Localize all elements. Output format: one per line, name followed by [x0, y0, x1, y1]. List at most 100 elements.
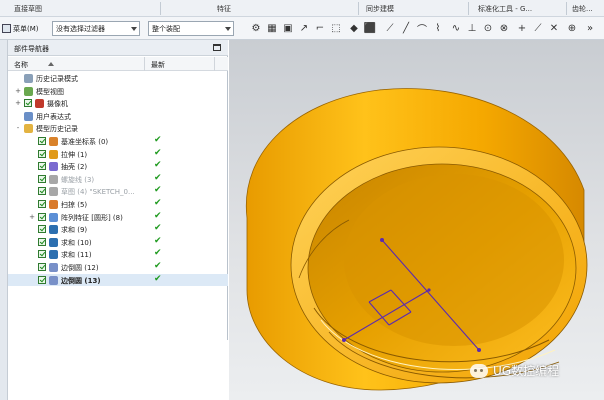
snap-center-icon[interactable]: ⊙	[482, 22, 494, 34]
tree-node[interactable]: 历史记录模式	[8, 72, 228, 85]
visibility-checkbox[interactable]	[24, 99, 32, 108]
ribbon-group-standard-tools[interactable]: 标准化工具 - G...	[478, 4, 532, 14]
graphics-viewport[interactable]	[229, 40, 604, 400]
type-filter-select[interactable]: 没有选择过滤器	[52, 21, 140, 36]
tree-node-label: 历史记录模式	[36, 75, 78, 83]
visibility-checkbox[interactable]	[38, 225, 46, 234]
tree-node[interactable]: 草图 (4) "SKETCH_0... ✔	[8, 185, 228, 198]
sketch-point	[427, 288, 431, 292]
tree-node-label: 基准坐标系 (0)	[61, 137, 109, 146]
visibility-checkbox[interactable]	[38, 275, 46, 284]
watermark: UG数控编程	[470, 362, 559, 379]
visibility-checkbox[interactable]	[38, 149, 46, 158]
selection-scope-select[interactable]: 整个装配	[148, 21, 234, 36]
sketch-icon	[49, 187, 58, 197]
snap-endpoint-icon[interactable]: ⟋	[384, 22, 396, 34]
expand-icon[interactable]: +	[14, 99, 22, 107]
visibility-checkbox[interactable]	[38, 187, 46, 196]
cube-view-icon[interactable]: ⬛	[364, 22, 376, 34]
tree-node[interactable]: 扫掠 (5) ✔	[8, 198, 228, 211]
up-to-date-check-icon: ✔	[154, 273, 162, 284]
tree-node[interactable]: 拉伸 (1) ✔	[8, 148, 228, 161]
folder-icon	[24, 124, 33, 134]
ribbon-group-gear[interactable]: 齿轮...	[572, 4, 593, 14]
tree-node[interactable]: 求和 (9) ✔	[8, 223, 228, 236]
tree-node[interactable]: 边倒圆 (13) ✔	[8, 273, 228, 287]
datum-csys-icon	[49, 136, 58, 146]
column-divider[interactable]	[144, 57, 145, 71]
ribbon-group-direct-sketch[interactable]: 直接草图	[14, 4, 42, 14]
resource-bar[interactable]	[0, 40, 8, 400]
column-divider[interactable]	[214, 57, 215, 71]
column-name-header[interactable]: 名称	[14, 60, 28, 70]
rectangle-select-icon[interactable]: ⬚	[330, 22, 342, 34]
collapse-icon[interactable]: -	[14, 124, 22, 132]
tree-node[interactable]: 边倒圆 (12) ✔	[8, 261, 228, 274]
up-to-date-check-icon: ✔	[154, 134, 162, 145]
tree-node[interactable]: + 摄像机	[8, 97, 228, 110]
menu-label: 菜单(M)	[13, 24, 39, 33]
select-curve-icon[interactable]: ⌐	[314, 22, 326, 34]
tree-node[interactable]: 用户表达式	[8, 110, 228, 123]
snap-point-icon[interactable]: +	[516, 22, 528, 34]
select-all-icon[interactable]: ▦	[266, 22, 278, 34]
tree-node[interactable]: + 模型视图	[8, 85, 228, 98]
snap-tangent-icon[interactable]: ∿	[450, 22, 462, 34]
snap-existing-point-icon[interactable]: ⊕	[566, 22, 578, 34]
watermark-text: UG数控编程	[493, 364, 560, 378]
up-to-date-check-icon: ✔	[154, 248, 162, 259]
visibility-checkbox[interactable]	[38, 174, 46, 183]
visibility-checkbox[interactable]	[38, 250, 46, 259]
visibility-checkbox[interactable]	[38, 162, 46, 171]
tree-node-label: 求和 (10)	[61, 238, 92, 247]
ribbon-group-sync-modeling[interactable]: 同步建模	[366, 4, 394, 14]
snap-midpoint-icon[interactable]: ⟋	[532, 22, 544, 34]
snap-curve-icon[interactable]: ⌒	[416, 22, 428, 36]
visibility-checkbox[interactable]	[38, 136, 46, 145]
tree-node[interactable]: + 阵列特征 [圆形] (8) ✔	[8, 211, 228, 224]
tree-node[interactable]: 基准坐标系 (0) ✔	[8, 135, 228, 148]
unite-icon	[49, 237, 58, 247]
snap-perpendicular-icon[interactable]: ⊥	[466, 22, 478, 34]
window-restore-icon[interactable]	[213, 44, 221, 51]
visibility-checkbox[interactable]	[38, 212, 46, 221]
edge-blend-icon	[49, 275, 58, 285]
menu-icon	[2, 24, 11, 33]
visibility-checkbox[interactable]	[38, 199, 46, 208]
ribbon-group-bar: 直接草图 特征 同步建模 标准化工具 - G... 齿轮...	[0, 0, 604, 17]
up-to-date-check-icon: ✔	[154, 172, 162, 183]
visibility-checkbox[interactable]	[38, 262, 46, 271]
wechat-icon	[470, 363, 488, 378]
tree-node-label: 草图 (4) "SKETCH_0...	[61, 188, 135, 197]
clock-icon	[24, 74, 33, 83]
model-views-icon	[24, 86, 33, 96]
expand-icon[interactable]: +	[14, 87, 22, 95]
menu-button[interactable]: 菜单(M)	[2, 22, 39, 35]
tree-node[interactable]: 求和 (10) ✔	[8, 236, 228, 249]
column-latest-header[interactable]: 最新	[151, 60, 165, 70]
tree-node[interactable]: 求和 (11) ✔	[8, 248, 228, 261]
snap-settings-icon[interactable]: ⚙	[250, 22, 262, 34]
unite-icon	[49, 250, 58, 260]
expand-icon[interactable]: +	[28, 213, 36, 221]
snap-line-icon[interactable]: ╱	[400, 22, 412, 34]
snap-intersection-icon[interactable]: ✕	[548, 22, 560, 34]
ribbon-group-feature[interactable]: 特征	[217, 4, 231, 14]
navigator-title: 部件导航器	[14, 45, 49, 53]
navigator-title-bar: 部件导航器	[8, 40, 228, 56]
up-to-date-check-icon: ✔	[154, 147, 162, 158]
solid-body-icon[interactable]: ◆	[348, 22, 360, 34]
edge-blend-icon	[49, 262, 58, 272]
select-face-icon[interactable]: ▣	[282, 22, 294, 34]
tree-node[interactable]: - 模型历史记录	[8, 122, 228, 135]
ribbon-separator	[160, 2, 161, 15]
tree-node[interactable]: 抽壳 (2) ✔	[8, 160, 228, 173]
overflow-icon[interactable]: »	[584, 22, 596, 34]
snap-quadrant-icon[interactable]: ⊗	[498, 22, 510, 34]
unite-icon	[49, 225, 58, 235]
navigator-column-header: 名称 最新	[8, 57, 228, 71]
tree-node[interactable]: 螺旋线 (3) ✔	[8, 173, 228, 186]
visibility-checkbox[interactable]	[38, 237, 46, 246]
snap-arc-icon[interactable]: ⌇	[432, 22, 444, 34]
select-edge-icon[interactable]: ↗	[298, 22, 310, 34]
